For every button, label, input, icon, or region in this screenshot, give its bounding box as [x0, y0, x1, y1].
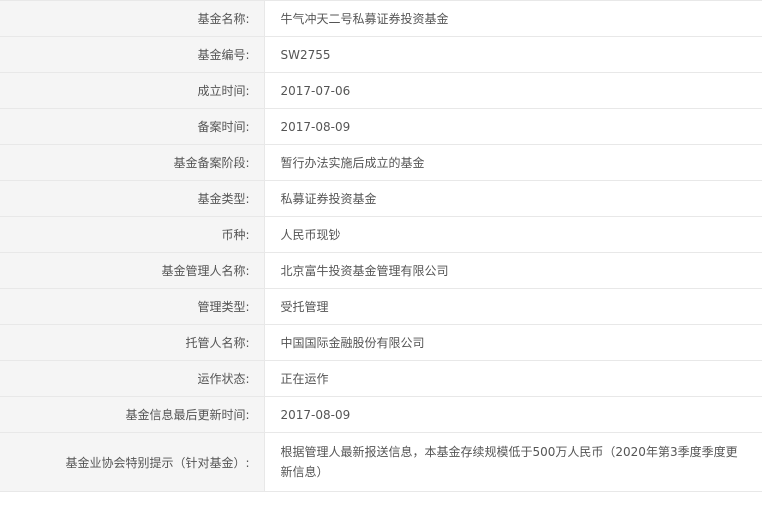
establish-date-label: 成立时间:	[0, 72, 265, 109]
currency-label: 币种:	[0, 216, 265, 253]
custodian-name-label: 托管人名称:	[0, 324, 265, 361]
manager-name-label: 基金管理人名称:	[0, 252, 265, 289]
table-row: 管理类型: 受托管理	[0, 288, 762, 325]
fund-name-value: 牛气冲天二号私募证券投资基金	[264, 0, 762, 37]
special-notice-value: 根据管理人最新报送信息，本基金存续规模低于500万人民币（2020年第3季度季度…	[264, 432, 762, 492]
operation-status-value: 正在运作	[264, 360, 762, 397]
management-type-label: 管理类型:	[0, 288, 265, 325]
table-row: 成立时间: 2017-07-06	[0, 72, 762, 109]
management-type-value: 受托管理	[264, 288, 762, 325]
fund-name-label: 基金名称:	[0, 0, 265, 37]
table-row: 基金名称: 牛气冲天二号私募证券投资基金	[0, 0, 762, 37]
fund-info-table: 基金名称: 牛气冲天二号私募证券投资基金 基金编号: SW2755 成立时间: …	[0, 0, 762, 492]
special-notice-label: 基金业协会特别提示（针对基金）:	[0, 432, 265, 492]
fund-type-label: 基金类型:	[0, 180, 265, 217]
manager-name-value: 北京富牛投资基金管理有限公司	[264, 252, 762, 289]
table-row: 基金信息最后更新时间: 2017-08-09	[0, 396, 762, 433]
table-row: 基金类型: 私募证券投资基金	[0, 180, 762, 217]
fund-code-value: SW2755	[264, 36, 762, 73]
record-date-label: 备案时间:	[0, 108, 265, 145]
record-stage-value: 暂行办法实施后成立的基金	[264, 144, 762, 181]
record-stage-label: 基金备案阶段:	[0, 144, 265, 181]
table-row: 托管人名称: 中国国际金融股份有限公司	[0, 324, 762, 361]
currency-value: 人民币现钞	[264, 216, 762, 253]
table-row: 币种: 人民币现钞	[0, 216, 762, 253]
table-row: 备案时间: 2017-08-09	[0, 108, 762, 145]
operation-status-label: 运作状态:	[0, 360, 265, 397]
record-date-value: 2017-08-09	[264, 108, 762, 145]
fund-type-value: 私募证券投资基金	[264, 180, 762, 217]
last-update-label: 基金信息最后更新时间:	[0, 396, 265, 433]
last-update-value: 2017-08-09	[264, 396, 762, 433]
table-row: 基金业协会特别提示（针对基金）: 根据管理人最新报送信息，本基金存续规模低于50…	[0, 432, 762, 492]
fund-code-label: 基金编号:	[0, 36, 265, 73]
establish-date-value: 2017-07-06	[264, 72, 762, 109]
table-row: 基金编号: SW2755	[0, 36, 762, 73]
custodian-name-value: 中国国际金融股份有限公司	[264, 324, 762, 361]
table-row: 运作状态: 正在运作	[0, 360, 762, 397]
table-row: 基金管理人名称: 北京富牛投资基金管理有限公司	[0, 252, 762, 289]
table-row: 基金备案阶段: 暂行办法实施后成立的基金	[0, 144, 762, 181]
